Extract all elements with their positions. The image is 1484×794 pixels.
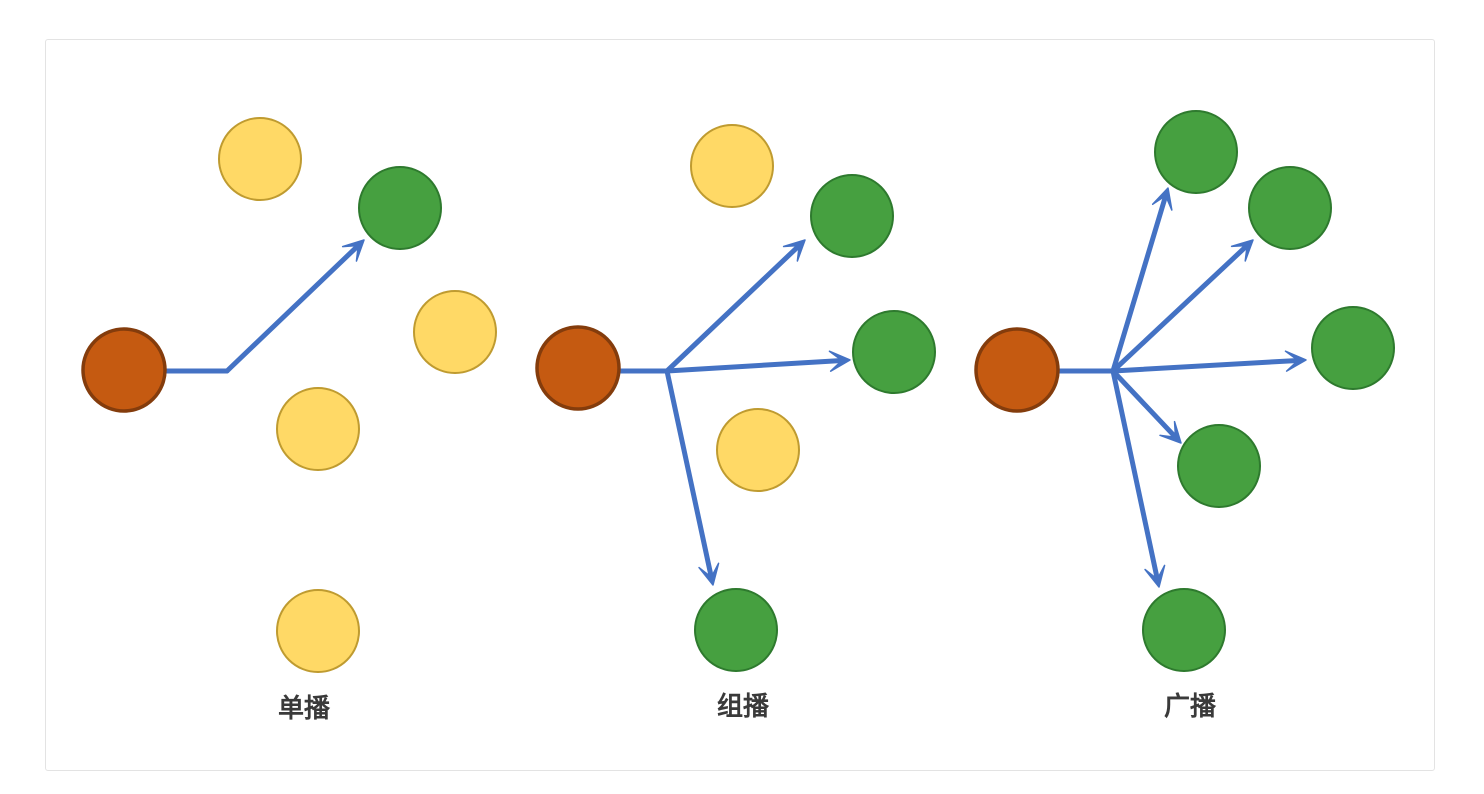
multicast-receiver-node <box>694 588 778 672</box>
broadcast-receiver-node <box>1177 424 1261 508</box>
unicast-idle-node <box>413 290 497 374</box>
unicast-idle-node <box>218 117 302 201</box>
multicast-receiver-node <box>810 174 894 258</box>
cast-types-diagram <box>81 110 1395 673</box>
broadcast-receiver-node <box>1142 588 1226 672</box>
unicast-idle-node <box>276 589 360 673</box>
unicast-idle-node <box>276 387 360 471</box>
multicast-receiver-node <box>852 310 936 394</box>
broadcast-receiver-node <box>1248 166 1332 250</box>
broadcast-label: 广播 <box>1163 692 1216 722</box>
multicast-source-node <box>535 325 621 411</box>
unicast-label: 单播 <box>277 694 330 724</box>
multicast-arrow-shaft <box>664 357 845 374</box>
unicast-receiver-node <box>358 166 442 250</box>
unicast-source-node <box>81 327 167 413</box>
unicast-arrow-shaft <box>224 243 361 374</box>
broadcast-receiver-node <box>1154 110 1238 194</box>
multicast-idle-node <box>690 124 774 208</box>
multicast-arrow-shaft <box>664 368 714 580</box>
multicast-label: 组播 <box>716 692 769 722</box>
broadcast-receiver-node <box>1311 306 1395 390</box>
multicast-arrow-shaft <box>664 243 802 374</box>
broadcast-arrow-shaft <box>1110 357 1301 374</box>
broadcast-arrow-shaft <box>1110 368 1160 582</box>
broadcast-source-node <box>974 327 1060 413</box>
multicast-idle-node <box>716 408 800 492</box>
